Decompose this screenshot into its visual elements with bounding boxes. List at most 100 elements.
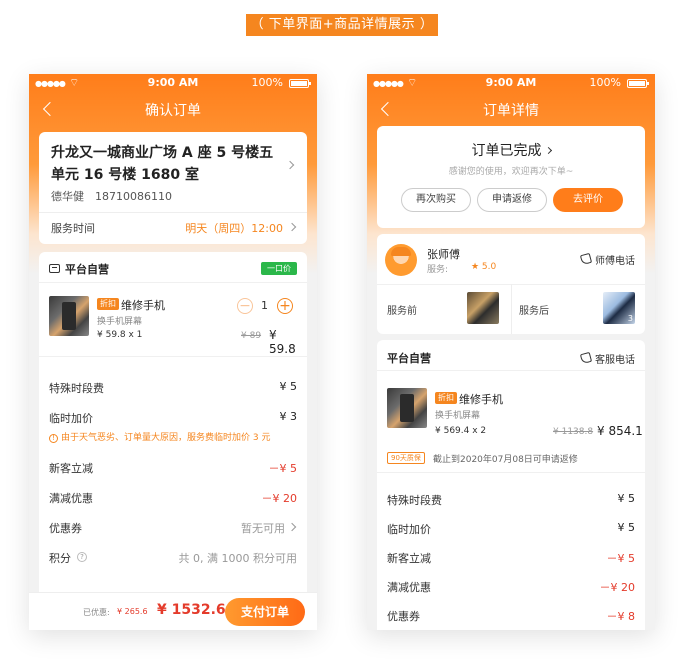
saved-amount: ¥ 265.6 [117,607,148,616]
technician-name: 张师傅 [427,248,460,261]
before-photo-thumbnail[interactable] [467,292,499,324]
warranty-badge: 90天质保 [387,452,425,464]
original-price: ¥ 1138.8 [553,427,594,437]
divider [377,472,645,473]
technician-card: 张师傅 服务: ★ 5.0 师傅电话 服务前 服务后 3 [377,234,645,334]
points-value: 共 0, 满 1000 积分可用 [178,552,297,565]
coupon-label: 优惠券 [49,522,82,535]
chevron-right-icon [544,146,552,155]
before-service-photos[interactable]: 服务前 [377,284,511,334]
chevron-right-icon [287,522,297,532]
row-label: 满减优惠 [387,581,431,594]
quantity-value: 1 [261,299,268,312]
divider [39,356,307,357]
fixed-price-badge: 一口价 [261,262,297,275]
discount-tag: 折扣 [97,298,119,310]
battery-icon [627,79,649,88]
call-service-button[interactable]: 客服电话 [595,351,635,366]
total-price: ¥ 1532.6 [157,602,226,618]
call-technician-button[interactable]: 师傅电话 [595,252,635,267]
phone-icon [579,351,593,365]
saved-label: 已优惠: [83,608,110,617]
score-label: 服务: [427,265,449,275]
divider [39,212,307,213]
row-label: 特殊时段费 [49,382,104,395]
pay-button[interactable]: 支付订单 [225,598,305,626]
discount-tag: 折扣 [435,392,457,404]
phone-icon [579,252,593,266]
order-status-text: 订单已完成 [471,143,542,159]
product-price: ¥ 854.1 [597,424,643,438]
row-value: －¥ 5 [606,552,636,565]
quantity-increase-button[interactable]: + [277,298,293,314]
surcharge-note: ! 由于天气恶劣、订单量大原因，服务费临时加价 3 元 [49,430,270,443]
page-title: 确认订单 [145,103,201,119]
rebuy-button[interactable]: 再次购买 [401,188,471,212]
product-unit-price: ¥ 59.8 x 1 [97,330,143,340]
store-icon [49,264,60,273]
nav-bar: 确认订单 [29,96,317,124]
product-subtitle: 换手机屏幕 [435,411,481,421]
address-text: 升龙又一城商业广场 A 座 5 号楼五单元 16 号楼 1680 室 [51,145,274,183]
coupon-value[interactable]: 暂无可用 [241,520,285,536]
row-label: 临时加价 [387,523,431,536]
status-bar: ●●●●● ⌔ 9:00 AM 100% [29,74,317,92]
battery-icon [289,79,311,88]
row-value: －¥ 8 [606,610,636,623]
page-banner: （ 下单界面+商品详情展示 ） [246,14,438,36]
after-photo-thumbnail[interactable]: 3 [603,292,635,324]
product-image[interactable] [49,296,89,336]
order-detail-screen: ●●●●● ⌔ 9:00 AM 100% 订单详情 订单已完成 感谢您的使用，欢… [367,74,655,630]
quantity-decrease-button[interactable]: − [237,298,253,314]
points-label: 积分 [49,552,71,565]
service-time-value[interactable]: 明天（周四）12:00 [185,220,283,236]
surcharge-note-text: 由于天气恶劣、订单量大原因，服务费临时加价 3 元 [61,433,271,443]
chevron-right-icon [287,222,297,232]
row-value: －¥ 20 [261,492,298,505]
before-service-label: 服务前 [387,306,417,317]
product-name: 维修手机 [459,393,503,406]
row-label: 临时加价 [49,412,93,425]
store-name: 平台自营 [65,263,109,276]
row-label: 优惠券 [387,610,420,623]
order-status-subtitle: 感谢您的使用，欢迎再次下单~ [448,167,574,177]
chevron-right-icon [285,160,295,170]
row-value: －¥ 5 [268,462,298,475]
row-value: ¥ 5 [279,380,298,393]
avatar [385,244,417,276]
row-label: 新客立减 [49,462,93,475]
request-repair-button[interactable]: 申请返修 [477,188,547,212]
original-price: ¥ 89 [241,331,262,341]
order-status-title[interactable]: 订单已完成 [377,140,645,160]
status-bar: ●●●●● ⌔ 9:00 AM 100% [367,74,655,92]
review-button[interactable]: 去评价 [553,188,623,212]
confirm-order-screen: ●●●●● ⌔ 9:00 AM 100% 确认订单 升龙又一城商业广场 A 座 … [29,74,317,630]
divider [377,370,645,371]
warranty-text: 截止到2020年07月08日可申请返修 [433,455,578,465]
battery-percent: 100% [589,76,621,89]
battery-percent: 100% [251,76,283,89]
help-icon[interactable]: ? [77,552,87,562]
product-price: ¥ 59.8 [269,328,296,356]
row-value: ¥ 3 [279,410,298,423]
store-name: 平台自营 [387,352,431,365]
after-service-label: 服务后 [519,306,549,317]
product-image[interactable] [387,388,427,428]
info-icon: ! [49,434,58,443]
row-label: 新客立减 [387,552,431,565]
order-card: 平台自营 一口价 折扣 维修手机 换手机屏幕 ¥ 59.8 x 1 ¥ 89 ¥… [39,252,307,630]
nav-bar: 订单详情 [367,96,655,124]
row-label: 满减优惠 [49,492,93,505]
technician-rating: ★ 5.0 [471,262,497,272]
after-service-photos[interactable]: 服务后 3 [511,284,645,334]
order-status-card: 订单已完成 感谢您的使用，欢迎再次下单~ 再次购买 申请返修 去评价 [377,126,645,228]
product-subtitle: 换手机屏幕 [97,317,143,327]
row-value: ¥ 5 [617,492,636,505]
row-label: 特殊时段费 [387,494,442,507]
row-value: ¥ 5 [617,521,636,534]
address-card[interactable]: 升龙又一城商业广场 A 座 5 号楼五单元 16 号楼 1680 室 德华健 1… [39,132,307,244]
divider [39,282,307,283]
service-time-label: 服务时间 [51,222,95,235]
row-value: －¥ 20 [599,581,636,594]
product-name: 维修手机 [121,299,165,312]
